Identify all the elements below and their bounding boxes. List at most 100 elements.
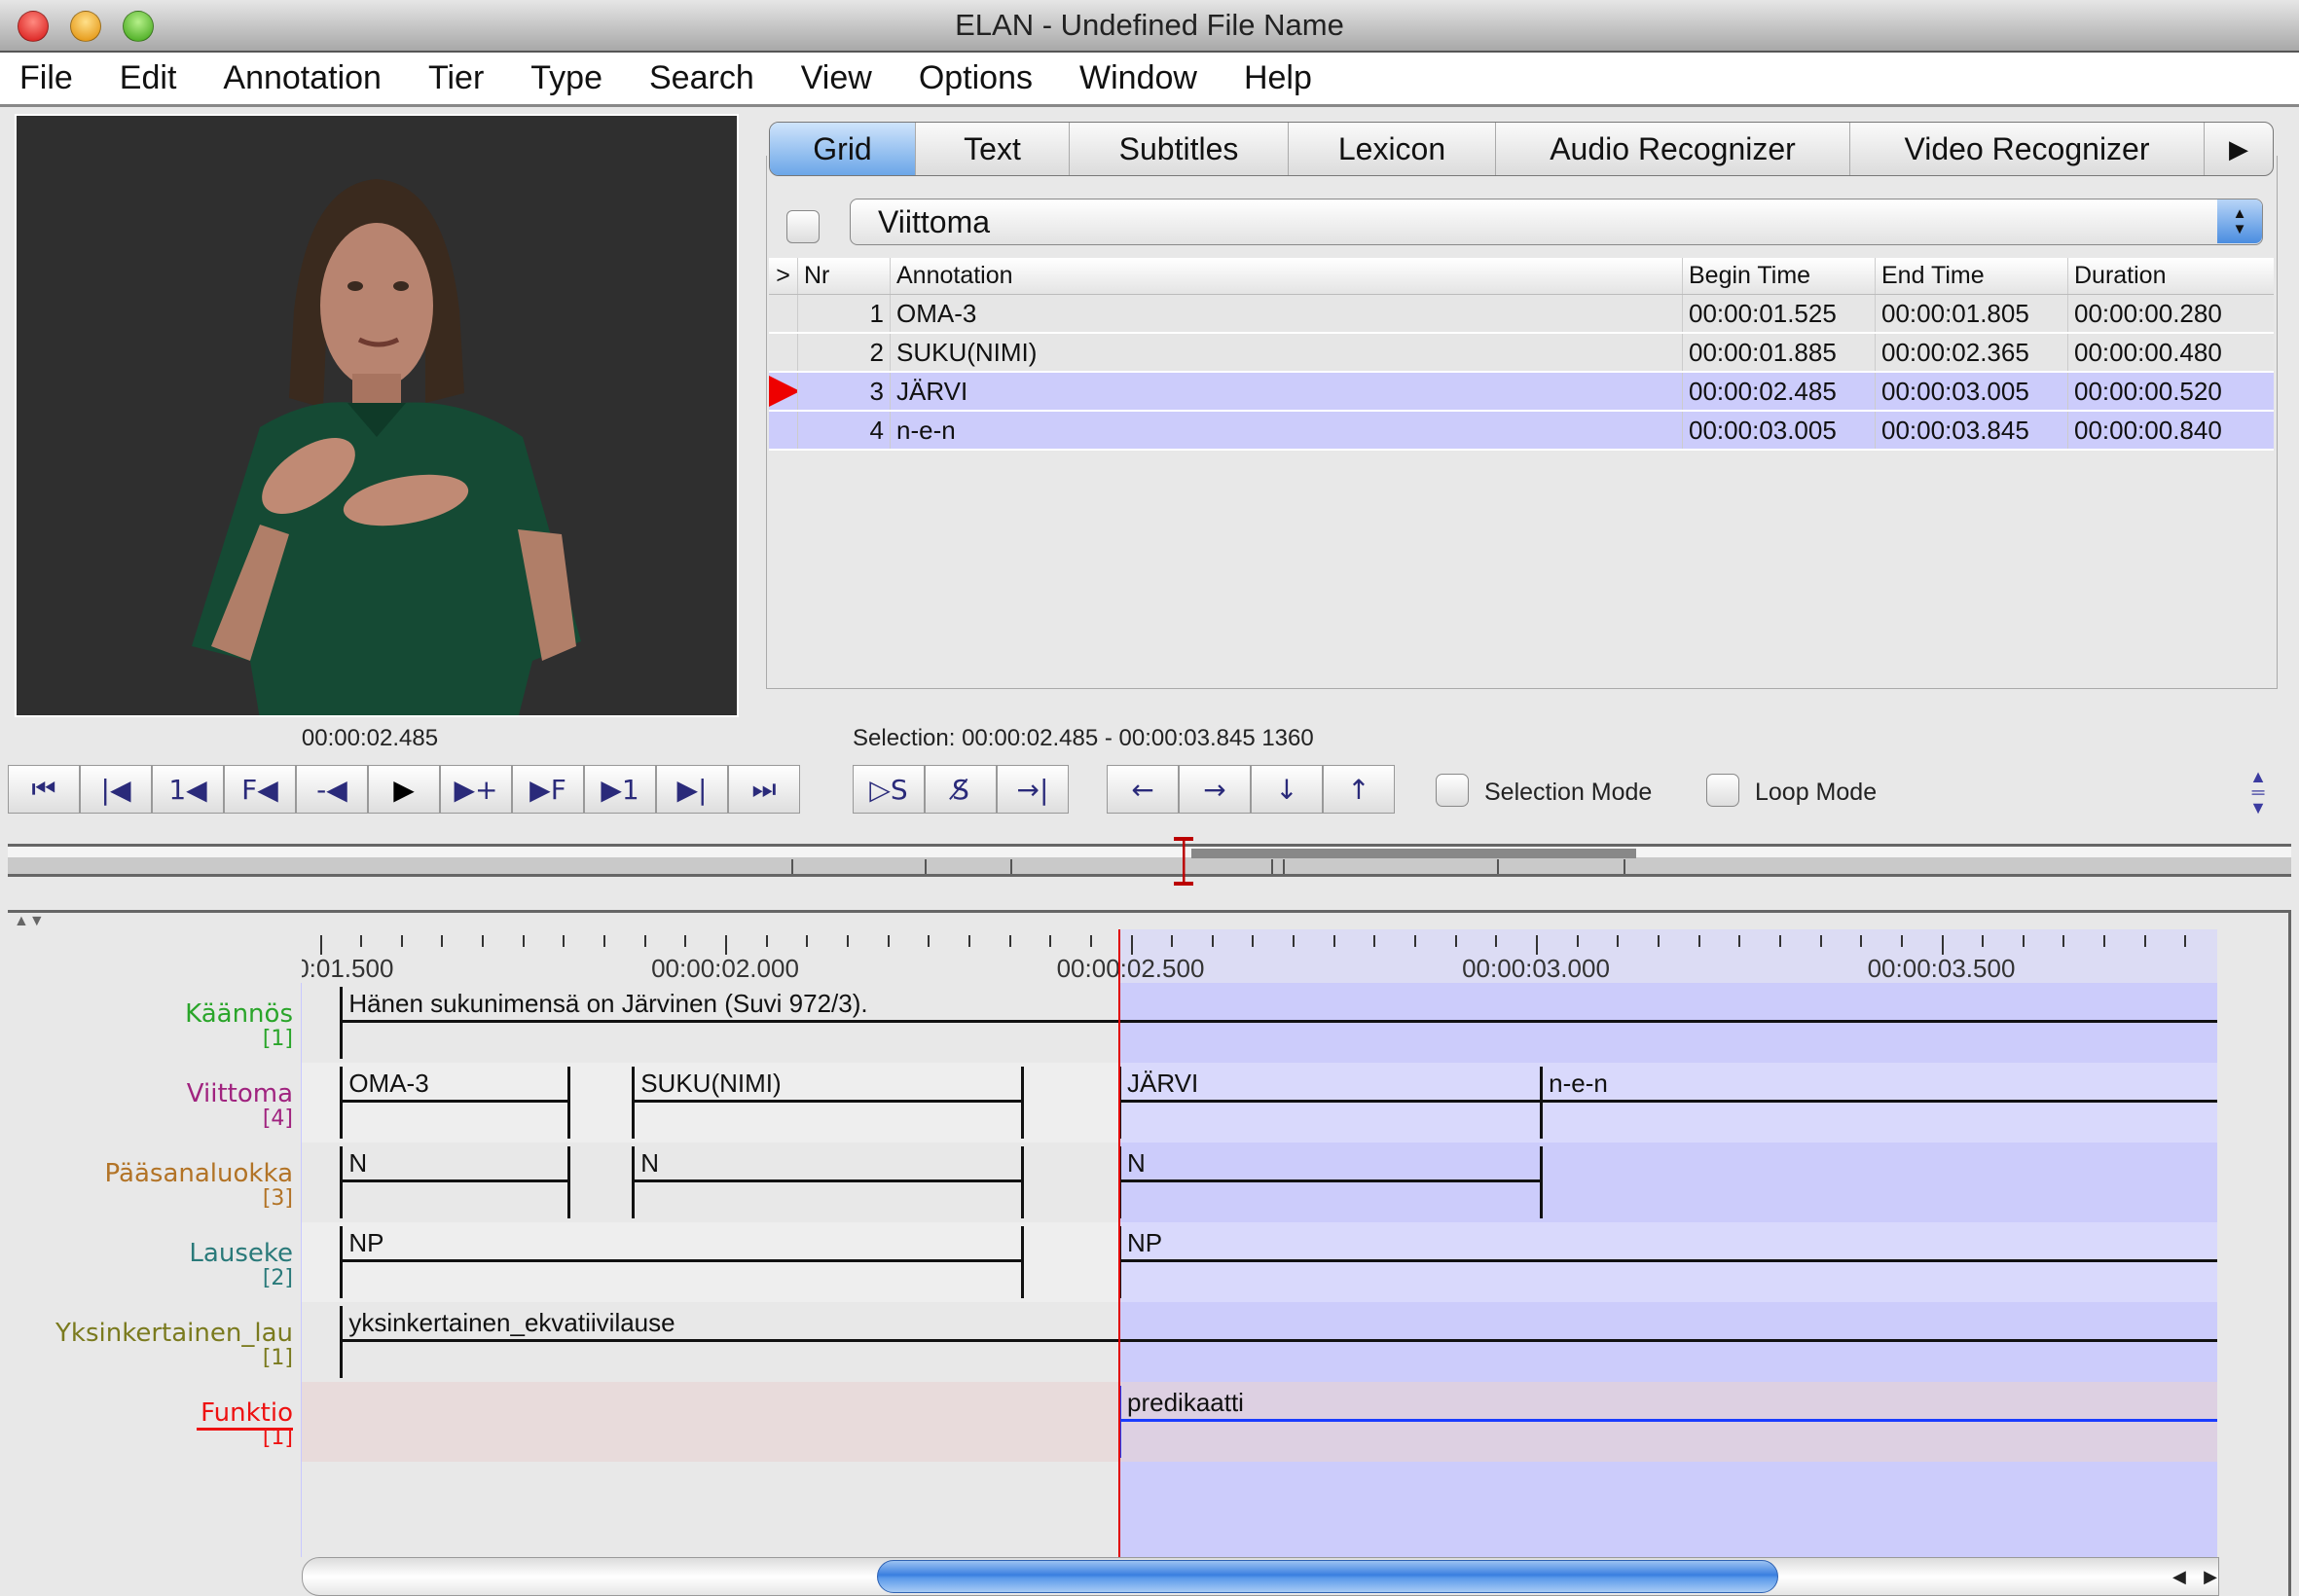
panel-resize-icon[interactable]: ▲ ═ ▼ bbox=[2242, 768, 2275, 816]
time-ruler[interactable]: 00:00:01.500 00:00:02.000 00:00:02.500 00:0… bbox=[302, 929, 2217, 983]
menu-window[interactable]: Window bbox=[1079, 59, 1197, 97]
video-viewer[interactable] bbox=[15, 114, 739, 717]
col-header-begin-time[interactable]: Begin Time bbox=[1683, 258, 1876, 294]
play-pause-button[interactable]: ▶ bbox=[368, 765, 440, 814]
previous-pixel-button[interactable]: 1◀ bbox=[152, 765, 224, 814]
next-scrollview-button[interactable]: ▶| bbox=[656, 765, 728, 814]
cell-annotation[interactable]: n-e-n bbox=[891, 412, 1683, 449]
annotation-span-line bbox=[1543, 1100, 2217, 1103]
tier-label-viittoma[interactable]: Viittoma [4] bbox=[187, 1080, 293, 1130]
annotation[interactable]: SUKU(NIMI) bbox=[632, 1067, 1025, 1139]
menu-help[interactable]: Help bbox=[1244, 59, 1312, 97]
next-annotation-button[interactable]: → bbox=[1179, 765, 1251, 814]
clear-selection-button[interactable]: S̸ bbox=[925, 765, 997, 814]
menu-annotation[interactable]: Annotation bbox=[223, 59, 382, 97]
menu-type[interactable]: Type bbox=[530, 59, 602, 97]
tier-label-lauseke[interactable]: Lauseke [2] bbox=[189, 1240, 293, 1289]
cell-annotation[interactable]: JÄRVI bbox=[891, 373, 1683, 410]
annotation[interactable]: N bbox=[1118, 1146, 1544, 1218]
next-pixel-button[interactable]: ▶1 bbox=[584, 765, 656, 814]
tier-row-viittoma[interactable]: OMA-3 SUKU(NIMI) JÄRVI n-e-n bbox=[302, 1063, 2217, 1143]
tier-row-funktio[interactable]: predikaatti bbox=[302, 1382, 2217, 1462]
menu-tier[interactable]: Tier bbox=[428, 59, 484, 97]
table-row[interactable]: 2 SUKU(NIMI) 00:00:01.885 00:00:02.365 0… bbox=[769, 334, 2274, 373]
tier-sort-arrows-icon[interactable]: ▲▼ bbox=[14, 913, 45, 930]
ruler-tick bbox=[1982, 935, 1985, 947]
ruler-tick bbox=[603, 935, 606, 947]
tier-label-käännös[interactable]: Käännös [1] bbox=[185, 1000, 293, 1050]
cell-end-time: 00:00:01.805 bbox=[1876, 295, 2068, 332]
ruler-tick bbox=[1293, 935, 1295, 947]
table-row[interactable]: 3 JÄRVI 00:00:02.485 00:00:03.005 00:00:… bbox=[769, 373, 2274, 412]
col-header-end-time[interactable]: End Time bbox=[1876, 258, 2068, 294]
menu-edit[interactable]: Edit bbox=[120, 59, 177, 97]
scroll-left-arrow-icon[interactable]: ◀ bbox=[2172, 1567, 2186, 1587]
media-overview-slider[interactable] bbox=[8, 844, 2291, 877]
tier-row-pääsanaluokka[interactable]: NNN bbox=[302, 1143, 2217, 1222]
tab-lexicon[interactable]: Lexicon bbox=[1289, 123, 1496, 175]
scrollbar-thumb[interactable] bbox=[877, 1560, 1778, 1593]
menu-file[interactable]: File bbox=[19, 59, 73, 97]
tab-audio-recognizer[interactable]: Audio Recognizer bbox=[1496, 123, 1850, 175]
table-row[interactable]: 1 OMA-3 00:00:01.525 00:00:01.805 00:00:… bbox=[769, 295, 2274, 334]
crosshair-line[interactable] bbox=[1118, 929, 1120, 1557]
cell-nr: 2 bbox=[798, 334, 891, 371]
tier-row-lauseke[interactable]: NP NP bbox=[302, 1222, 2217, 1302]
ruler-tick bbox=[1454, 935, 1457, 947]
tab-subtitles[interactable]: Subtitles bbox=[1070, 123, 1289, 175]
overview-crosshair-icon[interactable] bbox=[1174, 837, 1193, 886]
tab-video-recognizer[interactable]: Video Recognizer bbox=[1850, 123, 2205, 175]
cell-annotation[interactable]: OMA-3 bbox=[891, 295, 1683, 332]
annotation[interactable]: N bbox=[632, 1146, 1025, 1218]
tier-label-yksinkertainen_lau[interactable]: Yksinkertainen_lau [1] bbox=[55, 1320, 293, 1369]
previous-scrollview-button[interactable]: |◀ bbox=[80, 765, 152, 814]
menu-options[interactable]: Options bbox=[919, 59, 1033, 97]
tier-label-funktio[interactable]: Funktio [1] bbox=[197, 1398, 293, 1449]
toggle-crosshair-button[interactable]: →| bbox=[997, 765, 1069, 814]
go-to-end-button[interactable]: ⏭ bbox=[728, 765, 800, 814]
annotation[interactable]: N bbox=[340, 1146, 570, 1218]
grid-filter-checkbox[interactable] bbox=[786, 210, 820, 243]
tier-label-pääsanaluokka[interactable]: Pääsanaluokka [3] bbox=[105, 1160, 293, 1210]
previous-ms-button[interactable]: -◀ bbox=[296, 765, 368, 814]
play-selection-button[interactable]: ▷S bbox=[853, 765, 925, 814]
annotation[interactable]: NP bbox=[1118, 1226, 2217, 1298]
previous-frame-button[interactable]: F◀ bbox=[224, 765, 296, 814]
tier-row-käännös[interactable]: Hänen sukunimensä on Järvinen (Suvi 972/… bbox=[302, 983, 2217, 1063]
annotation[interactable]: JÄRVI bbox=[1118, 1067, 1544, 1139]
annotation[interactable]: Hänen sukunimensä on Järvinen (Suvi 972/… bbox=[340, 987, 2217, 1059]
tier-up-button[interactable]: ↑ bbox=[1323, 765, 1395, 814]
selection-mode-checkbox[interactable] bbox=[1436, 774, 1469, 807]
annotation-text: JÄRVI bbox=[1127, 1069, 1199, 1098]
next-frame-button[interactable]: ▶F bbox=[512, 765, 584, 814]
cell-end-time: 00:00:03.005 bbox=[1876, 373, 2068, 410]
annotation[interactable]: yksinkertainen_ekvatiivilause bbox=[340, 1306, 2217, 1378]
col-header-duration[interactable]: Duration bbox=[2068, 258, 2263, 294]
previous-annotation-button[interactable]: ← bbox=[1107, 765, 1179, 814]
tier-row-yksinkertainen_lau[interactable]: yksinkertainen_ekvatiivilause bbox=[302, 1302, 2217, 1382]
tier-select-dropdown[interactable]: Viittoma ▲ ▼ bbox=[850, 199, 2263, 245]
col-header-nr[interactable]: Nr bbox=[798, 258, 891, 294]
annotation[interactable]: n-e-n bbox=[1540, 1067, 2217, 1139]
col-header-pointer[interactable]: > bbox=[769, 258, 798, 294]
annotation[interactable]: predikaatti bbox=[1118, 1386, 2217, 1458]
annotation[interactable]: NP bbox=[340, 1226, 1025, 1298]
ruler-tick bbox=[1536, 935, 1538, 955]
menu-view[interactable]: View bbox=[801, 59, 872, 97]
menu-search[interactable]: Search bbox=[649, 59, 754, 97]
table-row[interactable]: 4 n-e-n 00:00:03.005 00:00:03.845 00:00:… bbox=[769, 412, 2274, 451]
tier-down-button[interactable]: ↓ bbox=[1251, 765, 1323, 814]
tab-text[interactable]: Text bbox=[916, 123, 1070, 175]
annotation-span-line bbox=[343, 1100, 567, 1103]
annotation[interactable]: OMA-3 bbox=[340, 1067, 570, 1139]
go-to-begin-button[interactable]: ⏮ bbox=[8, 765, 80, 814]
col-header-annotation[interactable]: Annotation bbox=[891, 258, 1683, 294]
cell-annotation[interactable]: SUKU(NIMI) bbox=[891, 334, 1683, 371]
loop-mode-checkbox[interactable] bbox=[1706, 774, 1739, 807]
scroll-right-arrow-icon[interactable]: ▶ bbox=[2204, 1567, 2217, 1587]
tab-grid[interactable]: Grid bbox=[770, 123, 916, 175]
timeline-viewer[interactable]: 00:00:01.500 00:00:02.000 00:00:02.500 00:0… bbox=[302, 929, 2217, 1557]
next-ms-button[interactable]: ▶+ bbox=[440, 765, 512, 814]
ruler-tick bbox=[2103, 935, 2106, 947]
tabs-more-icon[interactable]: ▶ bbox=[2205, 123, 2273, 175]
